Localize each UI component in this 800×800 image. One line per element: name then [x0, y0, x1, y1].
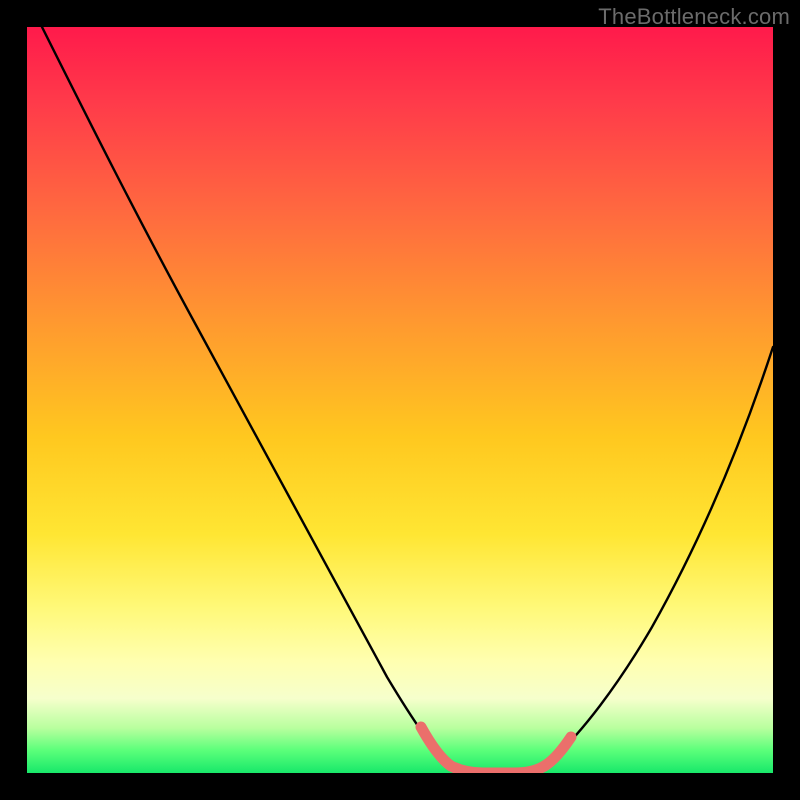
curve-path [42, 27, 773, 772]
plot-area [27, 27, 773, 773]
valley-marker [421, 727, 571, 773]
chart-frame: TheBottleneck.com [0, 0, 800, 800]
bottleneck-curve [27, 27, 773, 773]
watermark-text: TheBottleneck.com [598, 4, 790, 30]
